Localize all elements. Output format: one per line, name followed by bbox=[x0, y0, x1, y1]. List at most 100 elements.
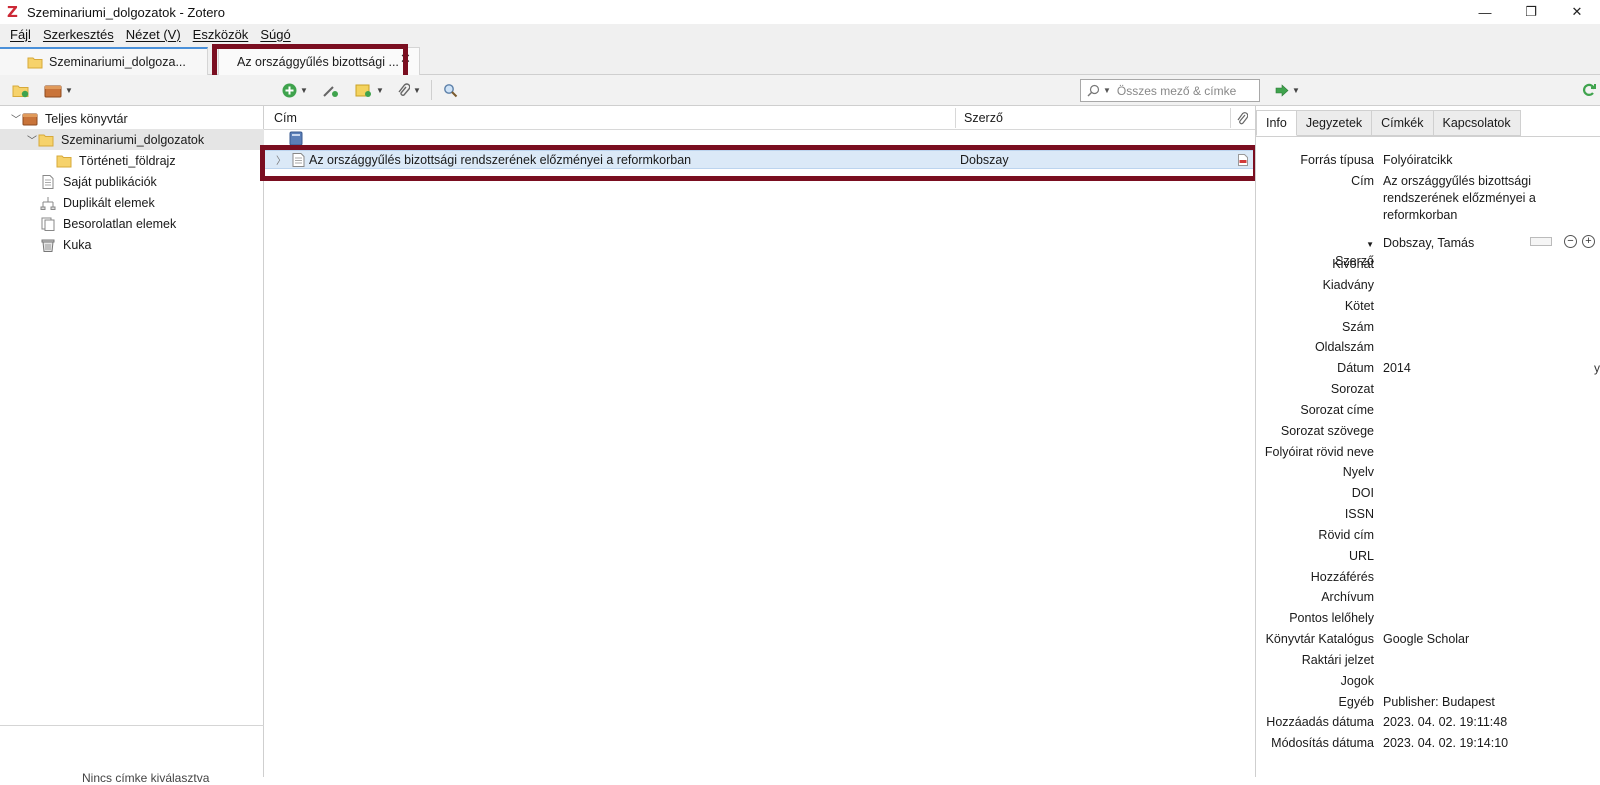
tree-item-szeminariumi-dolgozatok[interactable]: ﹀ Szeminariumi_dolgozatok bbox=[0, 129, 264, 150]
field-value[interactable] bbox=[1383, 319, 1563, 336]
tab-tags[interactable]: Címkék bbox=[1372, 110, 1434, 136]
menu-tools[interactable]: Eszközök bbox=[187, 27, 255, 42]
minimize-button[interactable]: — bbox=[1462, 0, 1508, 24]
field-value[interactable]: Az országgyűlés bizottsági rendszerének … bbox=[1383, 173, 1563, 224]
info-field-row: Nyelv bbox=[1256, 464, 1600, 481]
field-value[interactable] bbox=[1383, 444, 1563, 461]
collections-pane: ﹀ Teljes könyvtár ﹀ Szeminariumi_dolgoza… bbox=[0, 106, 264, 785]
field-value[interactable]: Google Scholar bbox=[1383, 631, 1563, 648]
library-icon bbox=[22, 113, 38, 125]
field-value[interactable] bbox=[1383, 277, 1563, 294]
field-value[interactable] bbox=[1383, 673, 1563, 690]
new-collection-button[interactable] bbox=[12, 82, 30, 98]
tree-item-torteneti-foldrajz[interactable]: Történeti_földrajz bbox=[0, 150, 264, 171]
chevron-down-icon[interactable]: ﹀ bbox=[26, 132, 38, 147]
info-field-row: Oldalszám bbox=[1256, 339, 1600, 356]
field-label: Forrás típusa bbox=[1300, 153, 1374, 167]
menu-view[interactable]: Nézet (V) bbox=[120, 27, 187, 42]
tree-item-label: Saját publikációk bbox=[63, 174, 157, 189]
chevron-down-icon[interactable]: ﹀ bbox=[10, 111, 22, 126]
new-library-button[interactable]: ▼ bbox=[44, 82, 73, 98]
field-label: Hozzáférés bbox=[1310, 570, 1374, 584]
tab-related[interactable]: Kapcsolatok bbox=[1433, 110, 1521, 136]
chevron-down-icon: ▼ bbox=[376, 85, 384, 95]
info-field-row: Módosítás dátuma 2023. 04. 02. 19:14:10 bbox=[1256, 735, 1600, 752]
item-pane: Info Jegyzetek Címkék Kapcsolatok Forrás… bbox=[1255, 106, 1600, 777]
field-value[interactable] bbox=[1383, 485, 1563, 502]
field-value[interactable]: Folyóiratcikk bbox=[1383, 152, 1563, 169]
field-value[interactable]: 2023. 04. 02. 19:14:10 bbox=[1383, 735, 1563, 752]
info-field-row: Hozzáférés bbox=[1256, 569, 1600, 586]
chevron-down-icon: ▼ bbox=[65, 85, 73, 95]
field-value[interactable] bbox=[1383, 610, 1563, 627]
field-value[interactable] bbox=[1383, 527, 1563, 544]
new-item-button[interactable]: ▼ bbox=[282, 82, 308, 98]
advanced-search-button[interactable] bbox=[443, 82, 458, 98]
title-bar: Z Szeminariumi_dolgozatok - Zotero — ❐ ✕ bbox=[0, 0, 1600, 24]
field-value[interactable] bbox=[1383, 402, 1563, 419]
creator-mode-toggle[interactable] bbox=[1530, 237, 1552, 246]
column-attachments[interactable] bbox=[1236, 106, 1248, 130]
add-attachment-button[interactable]: ▼ bbox=[396, 82, 421, 98]
field-value[interactable] bbox=[1383, 652, 1563, 669]
menu-edit[interactable]: Szerkesztés bbox=[37, 27, 120, 42]
field-value[interactable] bbox=[1383, 569, 1563, 586]
window-controls: — ❐ ✕ bbox=[1462, 0, 1600, 24]
search-input[interactable]: ▼ Összes mező & címke bbox=[1080, 79, 1260, 102]
magic-wand-icon bbox=[323, 85, 338, 97]
add-creator-icon[interactable]: + bbox=[1582, 235, 1595, 248]
chevron-down-icon: ▼ bbox=[1292, 85, 1300, 95]
creator-expand-icon[interactable]: ▼ bbox=[1366, 240, 1374, 249]
field-label: Oldalszám bbox=[1314, 340, 1374, 354]
document-icon bbox=[42, 174, 54, 189]
tree-item-my-publications[interactable]: Saját publikációk bbox=[0, 171, 264, 192]
tag-selector-divider bbox=[0, 725, 264, 726]
new-note-button[interactable]: ▼ bbox=[355, 82, 384, 98]
creator-controls: − + bbox=[1530, 235, 1595, 248]
field-value[interactable] bbox=[1383, 548, 1563, 565]
sync-button[interactable] bbox=[1582, 82, 1596, 98]
remove-creator-icon[interactable]: − bbox=[1564, 235, 1577, 248]
close-window-button[interactable]: ✕ bbox=[1554, 0, 1600, 24]
field-value[interactable] bbox=[1383, 298, 1563, 315]
field-label: Hozzáadás dátuma bbox=[1266, 715, 1374, 729]
library-menu-icon bbox=[44, 85, 62, 97]
search-mode-dropdown-icon[interactable]: ▼ bbox=[1103, 86, 1111, 95]
tab-notes[interactable]: Jegyzetek bbox=[1296, 110, 1373, 136]
column-separator[interactable] bbox=[1230, 108, 1231, 128]
restore-button[interactable]: ❐ bbox=[1508, 0, 1554, 24]
field-value[interactable] bbox=[1383, 256, 1563, 273]
add-by-identifier-button[interactable] bbox=[322, 82, 340, 98]
info-field-row: Sorozat bbox=[1256, 381, 1600, 398]
menu-help[interactable]: Súgó bbox=[254, 27, 296, 42]
paperclip-icon bbox=[398, 82, 410, 96]
info-field-row: ISSN bbox=[1256, 506, 1600, 523]
field-value[interactable] bbox=[1383, 506, 1563, 523]
locate-button[interactable]: ▼ bbox=[1275, 82, 1300, 98]
field-value[interactable] bbox=[1383, 339, 1563, 356]
column-creator[interactable]: Szerző bbox=[964, 106, 1003, 130]
field-value[interactable]: 2023. 04. 02. 19:11:48 bbox=[1383, 714, 1563, 731]
tree-item-unfiled[interactable]: Besorolatlan elemek bbox=[0, 213, 264, 234]
zotero-logo-icon: Z bbox=[7, 3, 18, 21]
field-value[interactable] bbox=[1383, 589, 1563, 606]
tab-library[interactable]: Szeminariumi_dolgoza... bbox=[0, 47, 208, 75]
menu-file[interactable]: Fájl bbox=[4, 27, 37, 42]
column-separator[interactable] bbox=[955, 108, 956, 128]
column-title[interactable]: Cím bbox=[274, 106, 297, 130]
tree-item-my-library[interactable]: ﹀ Teljes könyvtár bbox=[0, 108, 264, 129]
field-label: Pontos lelőhely bbox=[1289, 611, 1374, 625]
field-value[interactable] bbox=[1383, 464, 1563, 481]
info-field-row: Cím Az országgyűlés bizottsági rendszerén… bbox=[1256, 173, 1600, 224]
tab-info[interactable]: Info bbox=[1256, 110, 1297, 136]
field-value[interactable] bbox=[1383, 381, 1563, 398]
field-label: Sorozat címe bbox=[1300, 403, 1374, 417]
tree-item-duplicates[interactable]: Duplikált elemek bbox=[0, 192, 264, 213]
field-value[interactable]: Publisher: Budapest bbox=[1383, 694, 1563, 711]
field-value[interactable]: 2014 bbox=[1383, 360, 1563, 377]
field-label: URL bbox=[1348, 549, 1374, 563]
tree-item-trash[interactable]: Kuka bbox=[0, 234, 264, 255]
field-label: Sorozat bbox=[1330, 382, 1374, 396]
info-field-row: Dátum 2014 y bbox=[1256, 360, 1600, 377]
field-value[interactable] bbox=[1383, 423, 1563, 440]
